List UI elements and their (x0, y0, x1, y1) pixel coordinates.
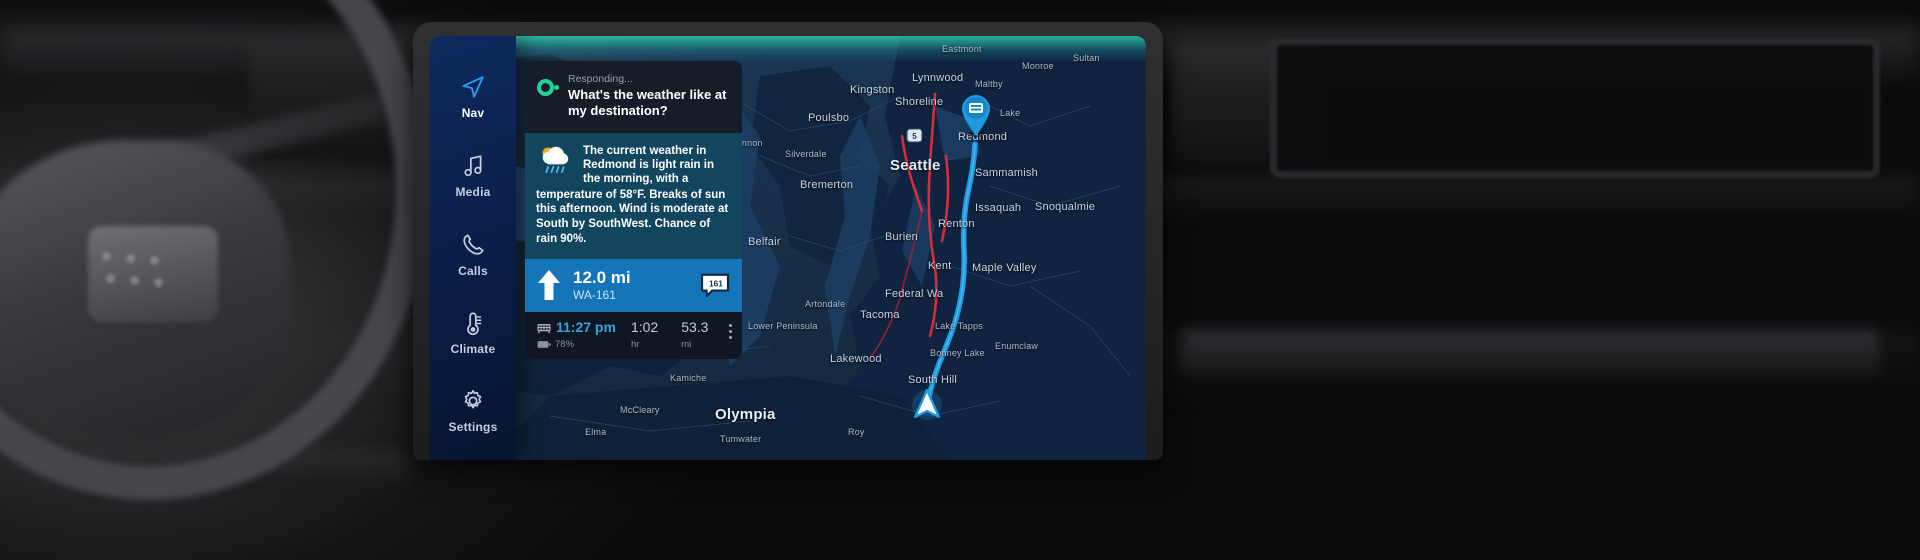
route-shield-number: 161 (709, 279, 723, 289)
map-place-label: Bonney Lake (930, 348, 985, 358)
sidebar-item-label: Media (455, 185, 491, 199)
map-place-label: Maltby (975, 79, 1003, 89)
battery-value: 78% (555, 338, 575, 350)
map-place-label: Lakewood (830, 353, 882, 365)
sidebar-item-label: Climate (450, 342, 496, 356)
destination-flag-icon (537, 323, 551, 333)
duration-block: 1:02 hr (630, 319, 659, 350)
music-note-icon (464, 155, 482, 177)
sidebar-item-settings[interactable]: Settings (430, 388, 516, 434)
map-place-label: Lower Peninsula (748, 321, 818, 331)
map-place-label: Eastmont (942, 44, 982, 54)
distance-value: 53.3 (681, 319, 709, 336)
map-place-label: South Hill (908, 374, 958, 386)
route-shield-icon: 161 (700, 274, 730, 298)
map-place-label: Maple Valley (972, 262, 1037, 274)
map-place-label: Burien (885, 231, 918, 243)
duration-value: 1:02 (630, 319, 659, 336)
map-place-label: Lynnwood (912, 72, 964, 84)
map-place-label: Tacoma (860, 309, 900, 321)
air-vent (1180, 330, 1880, 376)
eta-value: 11:27 pm (556, 319, 616, 336)
eta-block: 11:27 pm 78% (537, 319, 616, 350)
map-place-label: Seattle (890, 157, 941, 174)
sidebar-item-media[interactable]: Media (430, 153, 516, 199)
infotainment-screen: 5 Eastmont Monroe Sultan Lynnwood Maltby King… (430, 36, 1146, 460)
assistant-status-text: Responding... (568, 73, 633, 85)
weather-response-card[interactable]: The current weather in Redmond is light … (525, 132, 742, 259)
map-place-label: Roy (848, 427, 865, 437)
main-sidebar: Nav Media Calls Climate Settings (430, 36, 516, 460)
rain-cloud-sun-icon (542, 146, 569, 173)
weather-text-rest: temperature of 58°F. Breaks of sun this … (536, 188, 729, 245)
map-place-label: Bremerton (800, 179, 854, 191)
vehicle-position-arrow-icon (908, 386, 946, 424)
map-place-label: Artondale (805, 299, 846, 309)
map-place-label: Elma (585, 427, 607, 437)
map-place-label: Sultan (1073, 53, 1100, 63)
sidebar-item-calls[interactable]: Calls (430, 232, 516, 278)
distance-unit: mi (681, 338, 692, 350)
assistant-orb-icon (537, 79, 559, 97)
sidebar-item-climate[interactable]: Climate (430, 310, 516, 356)
straight-arrow-icon (538, 270, 560, 301)
battery-block: 78% (537, 339, 616, 350)
trip-status-bar[interactable]: 11:27 pm 78% 1:02 hr 53.3 mi (525, 312, 742, 359)
map-place-label: Kent (928, 260, 952, 272)
map-place-label: Sammamish (975, 167, 1038, 179)
screenshot-stage: 5 Eastmont Monroe Sultan Lynnwood Maltby King… (0, 0, 1920, 560)
map-place-label: Monroe (1022, 61, 1054, 71)
map-place-label: Kamiche (670, 373, 707, 383)
duration-unit: hr (630, 338, 640, 350)
assistant-query-text: What's the weather like at my destinatio… (568, 87, 727, 119)
map-place-label: Belfair (748, 236, 781, 248)
navigation-arrow-icon (462, 76, 484, 98)
weather-text-lead: The current weather in Redmond is light … (583, 144, 714, 186)
map-place-label: Olympia (715, 406, 776, 423)
assistant-card-stack: Responding... What's the weather like at… (525, 61, 742, 359)
sidebar-item-nav[interactable]: Nav (430, 74, 516, 120)
map-place-label: Issaquah (975, 202, 1022, 214)
map-place-label: Silverdale (785, 149, 827, 159)
map-place-label: Lake Tapps (935, 321, 983, 331)
passenger-display (1270, 38, 1880, 178)
map-place-label: Poulsbo (808, 112, 850, 124)
assistant-query-card[interactable]: Responding... What's the weather like at… (525, 61, 742, 133)
map-place-label: Tumwater (720, 434, 762, 444)
map-place-label: Renton (938, 218, 975, 230)
kebab-menu-icon[interactable] (729, 320, 732, 342)
sidebar-item-label: Nav (461, 106, 485, 120)
distance-block: 53.3 mi (681, 319, 709, 350)
map-place-label: Lake (1000, 108, 1021, 118)
map-place-label: Kingston (850, 84, 895, 96)
map-place-label: Shoreline (895, 96, 944, 108)
steering-wheel-buttons (102, 252, 200, 298)
battery-icon (537, 340, 551, 348)
map-place-label: Enumclaw (995, 341, 1039, 351)
gear-icon (464, 390, 482, 409)
navigation-instruction-card[interactable]: 12.0 mi WA-161 161 (525, 258, 742, 313)
destination-marker-icon[interactable] (958, 92, 994, 138)
phone-handset-icon (463, 234, 484, 255)
map-place-label: Federal Wa (885, 288, 944, 300)
sidebar-item-label: Calls (458, 264, 488, 278)
svg-text:5: 5 (912, 132, 917, 141)
maneuver-distance: 12.0 mi (573, 267, 631, 287)
maneuver-road-name: WA-161 (573, 288, 616, 303)
thermometer-icon (467, 312, 482, 336)
interstate-shield-icon: 5 (906, 128, 923, 143)
sidebar-item-label: Settings (448, 420, 498, 434)
map-place-label: McCleary (620, 405, 660, 415)
map-place-label: Snoqualmie (1035, 201, 1096, 213)
